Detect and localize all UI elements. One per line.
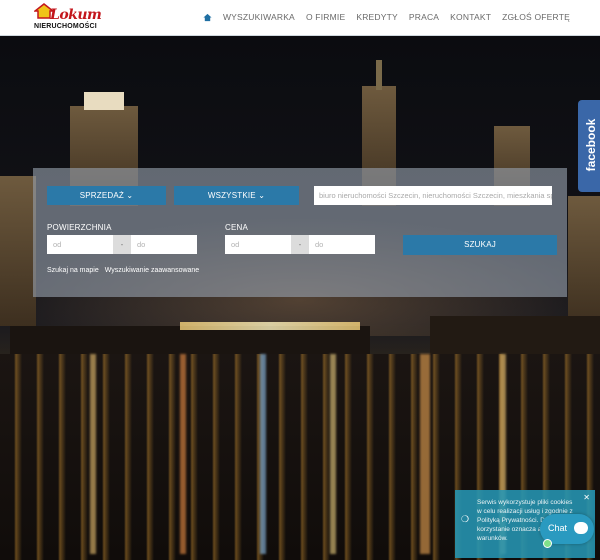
price-label: CENA [225, 223, 249, 232]
nav-item-search[interactable]: WYSZUKIWARKA [223, 12, 295, 22]
category-value: WSZYSTKIE [207, 191, 256, 200]
home-icon[interactable] [203, 13, 212, 22]
chevron-down-icon: ⌄ [258, 191, 266, 200]
price-range-separator: - [291, 235, 309, 254]
chat-bubble-icon [574, 522, 588, 534]
main-nav: WYSZUKIWARKA O FIRMIE KREDYTY PRACA KONT… [203, 12, 570, 22]
area-range-separator: - [113, 235, 131, 254]
search-panel: SPRZEDAŻ ⌄ WSZYSTKIE ⌄ biuro nieruchomoś… [33, 168, 567, 297]
reflection [420, 354, 430, 554]
reflection [180, 354, 186, 554]
close-icon[interactable]: ✕ [583, 493, 590, 502]
harbor-lights [180, 322, 360, 330]
logo-subtitle: NIERUCHOMOŚCI [34, 23, 97, 30]
reflection [260, 354, 266, 554]
reflection [330, 354, 336, 554]
ship-hull [10, 326, 370, 354]
advanced-search-link[interactable]: Wyszukiwanie zaawansowane [105, 267, 199, 274]
right-building [568, 196, 600, 326]
facebook-tab[interactable]: facebook [578, 100, 600, 192]
ship-hull-right [430, 316, 600, 354]
keyword-search-input[interactable]: biuro nieruchomości Szczecin, nieruchomo… [314, 186, 552, 205]
site-header: Lokum NIERUCHOMOŚCI WYSZUKIWARKA O FIRMI… [0, 0, 600, 36]
info-icon: ❍ [461, 514, 470, 524]
online-status-icon [543, 539, 552, 548]
spire-top [376, 60, 382, 90]
nav-item-about[interactable]: O FIRMIE [306, 12, 345, 22]
chat-button[interactable]: Chat [540, 514, 594, 548]
category-select[interactable]: WSZYSTKIE ⌄ [174, 186, 299, 205]
castle-roof [84, 92, 124, 110]
chevron-down-icon: ⌄ [126, 191, 134, 200]
map-search-link[interactable]: Szukaj na mapie [47, 267, 99, 274]
nav-item-contact[interactable]: KONTAKT [450, 12, 491, 22]
left-building [0, 176, 36, 326]
nav-item-credits[interactable]: KREDYTY [356, 12, 398, 22]
facebook-label: facebook [584, 118, 598, 172]
nav-item-jobs[interactable]: PRACA [409, 12, 439, 22]
price-from-input[interactable]: od [225, 235, 291, 254]
nav-item-submit-offer[interactable]: ZGŁOŚ OFERTĘ [502, 12, 570, 22]
logo-wordmark: Lokum [50, 7, 102, 23]
area-from-input[interactable]: od [47, 235, 113, 254]
chat-label: Chat [548, 523, 568, 533]
logo[interactable]: Lokum NIERUCHOMOŚCI [34, 3, 102, 33]
price-to-input[interactable]: do [309, 235, 375, 254]
hero-background [0, 36, 600, 560]
reflection [90, 354, 96, 554]
transaction-type-select[interactable]: SPRZEDAŻ ⌄ [47, 186, 166, 205]
area-label: POWIERZCHNIA [47, 223, 112, 232]
search-button[interactable]: SZUKAJ [403, 235, 557, 255]
search-links: Szukaj na mapie Wyszukiwanie zaawansowan… [47, 267, 203, 274]
area-to-input[interactable]: do [131, 235, 197, 254]
transaction-type-value: SPRZEDAŻ [79, 191, 124, 200]
